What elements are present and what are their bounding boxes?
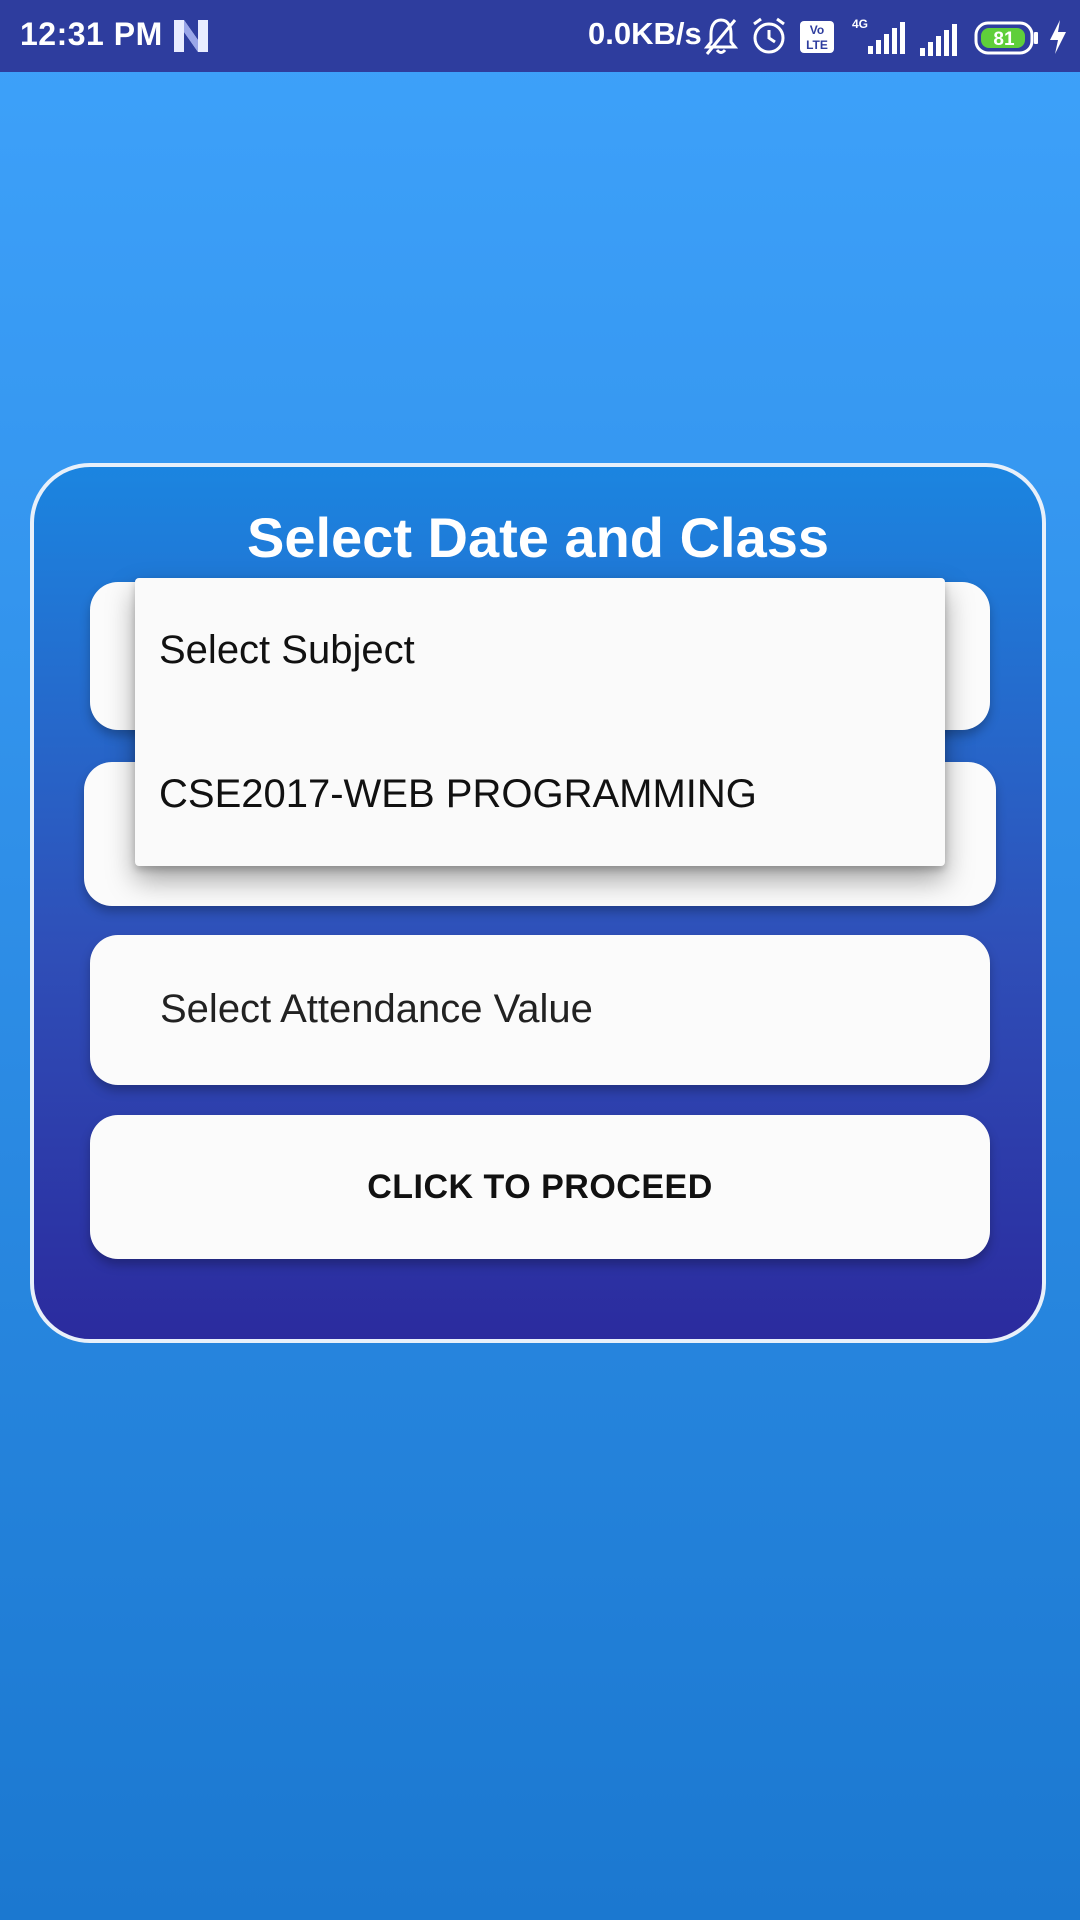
charging-icon — [1050, 20, 1066, 54]
dropdown-item-select-subject[interactable]: Select Subject — [159, 628, 415, 673]
proceed-button[interactable]: CLICK TO PROCEED — [90, 1115, 990, 1259]
volte-label-bottom: LTE — [806, 38, 828, 52]
attendance-spinner[interactable]: Select Attendance Value — [90, 935, 990, 1085]
subject-dropdown-menu: Select Subject CSE2017-WEB PROGRAMMING — [135, 578, 945, 866]
battery-level: 81 — [993, 29, 1015, 50]
net-speed: 0.0KB/s — [588, 16, 702, 51]
attendance-placeholder: Select Attendance Value — [160, 987, 593, 1031]
signal-icon — [920, 24, 957, 56]
alarm-icon — [753, 17, 785, 54]
network-type-label: 4G — [852, 17, 868, 31]
volte-label-top: Vo — [810, 23, 824, 37]
status-time: 12:31 PM — [20, 16, 163, 52]
n-icon — [174, 20, 208, 52]
battery-icon: 81 — [974, 21, 1038, 55]
status-bar: 12:31 PM 0.0KB/s Vo LTE 4G 81 — [0, 0, 1080, 72]
dropdown-item-web-programming[interactable]: CSE2017-WEB PROGRAMMING — [159, 772, 757, 817]
bell-muted-icon — [703, 18, 739, 55]
signal-icon: 4G — [852, 17, 905, 54]
card-title: Select Date and Class — [246, 506, 830, 569]
volte-icon: Vo LTE — [800, 21, 834, 53]
